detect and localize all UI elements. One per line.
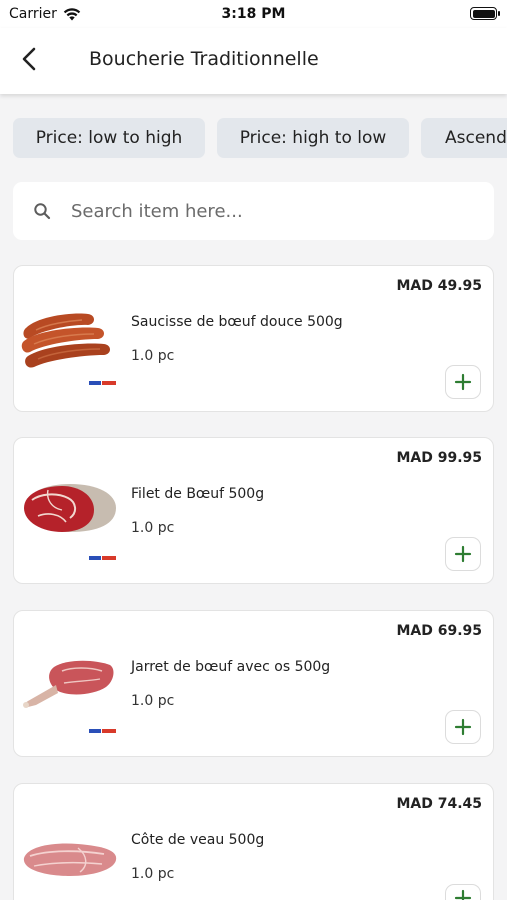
product-quantity: 1.0 pc [131,348,175,364]
plus-icon [454,373,472,391]
product-card[interactable]: MAD 49.95 Saucisse de bœuf douce 500g 1.… [13,265,494,412]
product-price: MAD 49.95 [396,278,482,294]
product-image-beef-fillet [24,484,116,532]
add-to-cart-button[interactable] [445,365,481,399]
add-to-cart-button[interactable] [445,537,481,571]
product-card[interactable]: MAD 69.95 Jarret de bœuf avec os 500g 1.… [13,610,494,757]
chip-price-high-to-low[interactable]: Price: high to low [217,118,409,158]
battery-icon [470,7,500,20]
product-quantity: 1.0 pc [131,520,175,536]
plus-icon [454,545,472,563]
product-price: MAD 99.95 [396,450,482,466]
product-quantity: 1.0 pc [131,866,175,882]
search-icon [34,203,51,220]
status-bar: Carrier 3:18 PM [0,0,507,28]
search-bar [13,182,494,240]
sort-chips: Price: low to high Price: high to low As… [0,118,507,158]
product-name: Jarret de bœuf avec os 500g [131,659,331,675]
chip-label: Ascending [445,128,507,148]
search-input[interactable] [71,194,471,228]
status-time: 3:18 PM [221,6,286,22]
product-card[interactable]: MAD 74.45 Côte de veau 500g 1.0 pc [13,783,494,900]
product-quantity: 1.0 pc [131,693,175,709]
plus-icon [454,889,472,900]
brand-logo [89,381,116,385]
product-price: MAD 74.45 [396,796,482,812]
product-name: Saucisse de bœuf douce 500g [131,314,343,330]
chip-label: Price: high to low [239,128,387,148]
page-title: Boucherie Traditionnelle [89,48,319,70]
product-image-beef-shank [23,660,114,708]
add-to-cart-button[interactable] [445,710,481,744]
product-name: Filet de Bœuf 500g [131,486,265,502]
product-price: MAD 69.95 [396,623,482,639]
product-image-sausages [21,313,110,368]
brand-logo [89,729,116,733]
chip-ascending[interactable]: Ascending [421,118,507,158]
plus-icon [454,718,472,736]
chip-label: Price: low to high [35,128,183,148]
product-name: Côte de veau 500g [131,832,265,848]
back-button[interactable] [14,44,44,74]
product-image-veal-chop [23,843,117,876]
add-to-cart-button[interactable] [445,884,481,900]
brand-logo [89,556,116,560]
app-header: Boucherie Traditionnelle [0,28,507,94]
chip-price-low-to-high[interactable]: Price: low to high [13,118,205,158]
chevron-left-icon [22,47,36,71]
product-card[interactable]: MAD 99.95 Filet de Bœuf 500g 1.0 pc [13,437,494,584]
